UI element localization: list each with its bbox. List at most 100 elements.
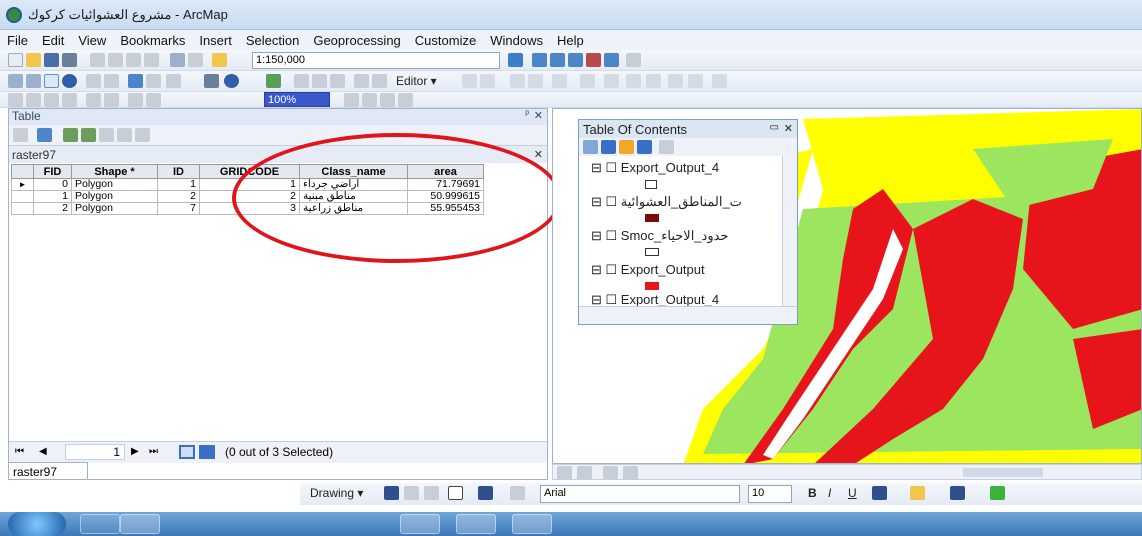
zoom-to-selected-icon[interactable]: [117, 128, 132, 142]
model-builder-icon[interactable]: [626, 53, 641, 67]
menu-geoprocessing[interactable]: Geoprocessing: [306, 30, 407, 48]
cell-id[interactable]: 1: [157, 178, 200, 191]
previous-record-icon[interactable]: ◀: [39, 446, 47, 457]
table-close-icon[interactable]: ✕: [534, 109, 543, 122]
layout-zoom-combo[interactable]: 100%: [264, 92, 330, 107]
print-icon[interactable]: [62, 53, 77, 67]
list-by-source-icon[interactable]: [601, 140, 616, 154]
arctoolbox-icon[interactable]: [586, 53, 601, 67]
font-size-combo[interactable]: 10: [748, 485, 792, 503]
font-color-icon[interactable]: [872, 486, 887, 500]
toc-window-icon[interactable]: [532, 53, 547, 67]
measure-icon[interactable]: [354, 74, 369, 88]
select-elements-arrow-icon[interactable]: [384, 486, 399, 500]
delete-icon[interactable]: [144, 53, 159, 67]
word-taskbar-icon[interactable]: [400, 514, 440, 534]
find-route-icon[interactable]: [312, 74, 327, 88]
list-by-visibility-icon[interactable]: [619, 140, 634, 154]
add-data-icon[interactable]: [212, 53, 227, 67]
menu-customize[interactable]: Customize: [408, 30, 483, 48]
layout-pan-icon[interactable]: [44, 93, 59, 107]
python-window-icon[interactable]: [604, 53, 619, 67]
next-record-icon[interactable]: ▶: [131, 446, 139, 457]
copy-icon[interactable]: [108, 53, 123, 67]
pause-drawing-icon[interactable]: [623, 466, 638, 480]
line-color-icon[interactable]: [950, 486, 965, 500]
table-pin-icon[interactable]: ᵖ: [525, 109, 529, 120]
undo-icon[interactable]: [170, 53, 185, 67]
edit-annotation-icon[interactable]: [480, 74, 495, 88]
goto-xy-icon[interactable]: [330, 74, 345, 88]
find-icon[interactable]: [294, 74, 309, 88]
callout-tool-icon[interactable]: [510, 486, 525, 500]
col-shape[interactable]: Shape *: [71, 164, 158, 179]
pan-icon[interactable]: [44, 74, 59, 88]
hyperlink-icon[interactable]: [372, 74, 387, 88]
save-icon[interactable]: [44, 53, 59, 67]
toc-layer-item[interactable]: ⊟ ☐ Export_Output_4: [591, 160, 719, 176]
menu-bookmarks[interactable]: Bookmarks: [113, 30, 192, 48]
reshape-icon[interactable]: [580, 74, 595, 88]
create-features-icon[interactable]: [712, 74, 727, 88]
menu-windows[interactable]: Windows: [483, 30, 550, 48]
network-taskbar-icon[interactable]: [288, 514, 328, 534]
sketch-properties-icon[interactable]: [688, 74, 703, 88]
marker-color-icon[interactable]: [990, 486, 1005, 500]
fixed-zoom-out-icon[interactable]: [104, 74, 119, 88]
menu-insert[interactable]: Insert: [192, 30, 239, 48]
underline-button[interactable]: U: [848, 486, 857, 500]
explorer-taskbar-icon[interactable]: [120, 514, 160, 534]
trace-icon[interactable]: [528, 74, 543, 88]
delete-selected-icon[interactable]: [135, 128, 150, 142]
chrome-taskbar-icon[interactable]: [456, 514, 496, 534]
menu-file[interactable]: File: [0, 30, 35, 48]
layer-symbol-swatch[interactable]: [645, 180, 657, 189]
menu-selection[interactable]: Selection: [239, 30, 306, 48]
text-tool-icon[interactable]: [478, 486, 493, 500]
toc-vertical-scrollbar[interactable]: [782, 156, 797, 306]
last-record-icon[interactable]: ⏭: [149, 446, 158, 457]
data-view-icon[interactable]: [557, 466, 572, 480]
editor-toolbar-icon[interactable]: [508, 53, 523, 67]
row-selector[interactable]: [11, 190, 34, 203]
show-selected-records-icon[interactable]: [199, 445, 215, 459]
menu-help[interactable]: Help: [550, 30, 591, 48]
paste-icon[interactable]: [126, 53, 141, 67]
player-taskbar-icon[interactable]: [232, 514, 272, 534]
italic-button[interactable]: I: [828, 486, 831, 500]
redo-icon[interactable]: [188, 53, 203, 67]
map-scale-combo[interactable]: 1:150,000: [252, 52, 500, 69]
split-icon[interactable]: [626, 74, 641, 88]
attributes-icon[interactable]: [668, 74, 683, 88]
refresh-icon[interactable]: [603, 466, 618, 480]
cell-fid[interactable]: 0: [33, 178, 72, 191]
layer-symbol-swatch[interactable]: [645, 248, 659, 256]
cell-shape[interactable]: Polygon: [71, 190, 158, 203]
cell-fid[interactable]: 2: [33, 202, 72, 215]
back-extent-icon[interactable]: [128, 93, 143, 107]
toc-close-icon[interactable]: ✕: [784, 122, 793, 135]
cell-id[interactable]: 2: [157, 190, 200, 203]
bold-button[interactable]: B: [808, 486, 817, 500]
data-driven-pages-icon[interactable]: [398, 93, 413, 107]
fixed-zoom-layout-icon[interactable]: [104, 93, 119, 107]
cell-shape[interactable]: Polygon: [71, 202, 158, 215]
layer-symbol-swatch[interactable]: [645, 282, 659, 290]
fixed-zoom-in-icon[interactable]: [86, 74, 101, 88]
switch-selection-icon[interactable]: [81, 128, 96, 142]
cell-shape[interactable]: Polygon: [71, 178, 158, 191]
toc-layer-item[interactable]: ⊟ ☐ ت_المناطق_العشوائية: [591, 194, 742, 210]
zoom-out-icon[interactable]: [26, 74, 41, 88]
identify-icon[interactable]: [224, 74, 239, 88]
toc-layer-item[interactable]: ⊟ ☐ Export_Output_4: [591, 292, 719, 306]
arcmap-taskbar-icon[interactable]: [512, 514, 552, 534]
straight-segment-icon[interactable]: [510, 74, 525, 88]
zoom-to-elements-icon[interactable]: [424, 486, 439, 500]
table-options-icon[interactable]: [13, 128, 28, 142]
toc-autohide-icon[interactable]: ▭: [770, 122, 779, 133]
toc-layer-item[interactable]: ⊟ ☐ Smoc_حدود_الاحياء: [591, 228, 728, 244]
layout-zoom-in-icon[interactable]: [8, 93, 23, 107]
drawing-menu[interactable]: Drawing ▾: [310, 486, 363, 500]
first-record-icon[interactable]: ⏮: [15, 446, 24, 457]
record-index-input[interactable]: 1: [65, 444, 125, 460]
